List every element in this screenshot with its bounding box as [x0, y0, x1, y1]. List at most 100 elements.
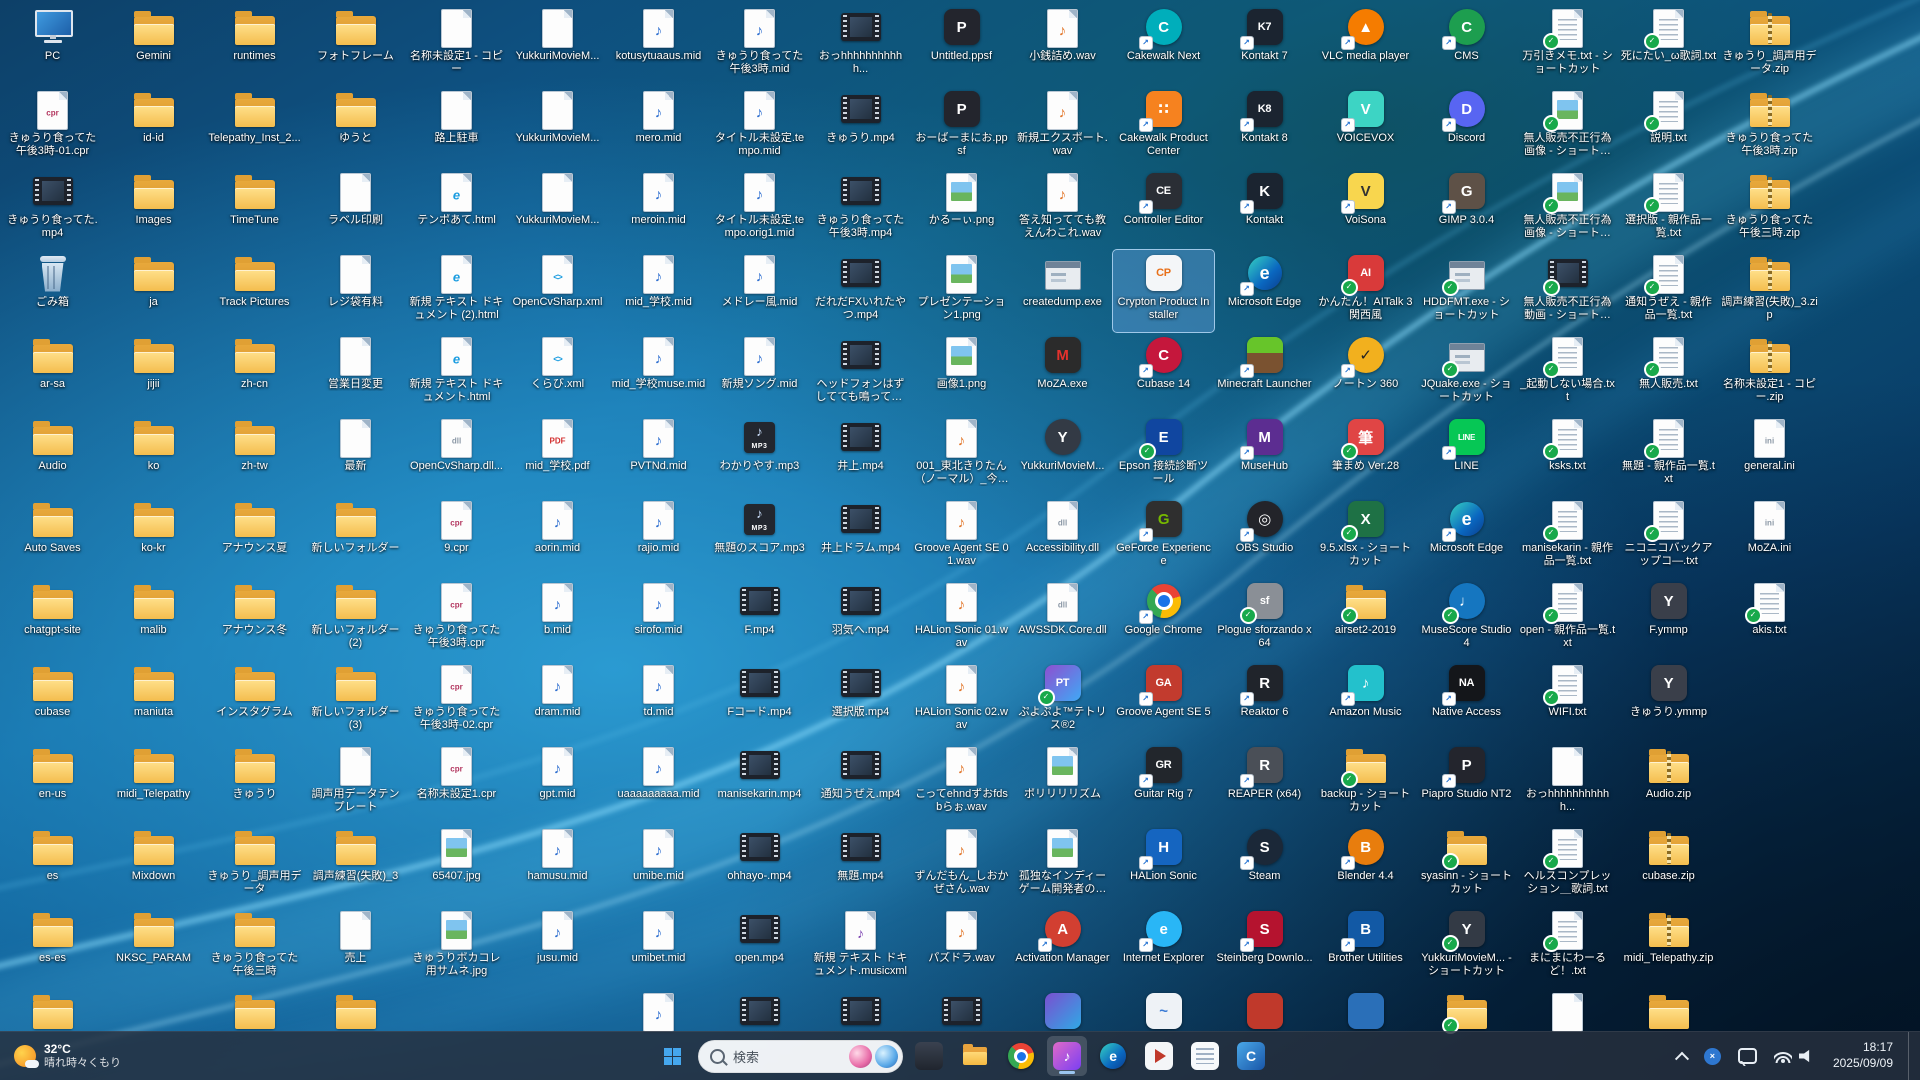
desktop-icon[interactable]: PT✓ぷよぷよ™テトリス®2: [1012, 660, 1113, 742]
desktop-icon[interactable]: きゅうり_調声用データ: [204, 824, 305, 906]
desktop-icon[interactable]: NA↗Native Access: [1416, 660, 1517, 742]
desktop-icon[interactable]: 最新: [305, 414, 406, 496]
desktop-icon[interactable]: ♪dram.mid: [507, 660, 608, 742]
desktop-icon[interactable]: Yきゅうり.ymmp: [1618, 660, 1719, 742]
desktop-icon[interactable]: ♪↗Amazon Music: [1315, 660, 1416, 742]
desktop-icon[interactable]: <>くらび.xml: [507, 332, 608, 414]
desktop-icon[interactable]: ✓無人販売不正行為画像 - ショートカッ...: [1517, 86, 1618, 168]
desktop-icon[interactable]: K8↗Kontakt 8: [1214, 86, 1315, 168]
desktop-icon[interactable]: e↗Microsoft Edge: [1214, 250, 1315, 332]
desktop-icon[interactable]: 調声練習(失敗)_3: [305, 824, 406, 906]
desktop-icon[interactable]: GR↗Guitar Rig 7: [1113, 742, 1214, 824]
tray-expand-button[interactable]: [1673, 1047, 1691, 1065]
desktop-icon[interactable]: アナウンス冬: [204, 578, 305, 660]
desktop-icon[interactable]: <>OpenCvSharp.xml: [507, 250, 608, 332]
desktop-icon[interactable]: Auto Saves: [2, 496, 103, 578]
desktop-icon[interactable]: ✓backup - ショートカット: [1315, 742, 1416, 824]
desktop-icon[interactable]: malib: [103, 578, 204, 660]
desktop-icon[interactable]: PDFmid_学校.pdf: [507, 414, 608, 496]
desktop-icon[interactable]: ✓ヘルスコンプレッション＿歌詞.txt: [1517, 824, 1618, 906]
tray-chat-button[interactable]: [1734, 1044, 1761, 1068]
desktop-icon[interactable]: 通知うぜえ.mp4: [810, 742, 911, 824]
desktop-icon[interactable]: iniMoZA.ini: [1719, 496, 1820, 578]
desktop-icon[interactable]: ✓まにまにわーるど！.txt: [1517, 906, 1618, 988]
desktop-icon[interactable]: ゆうと: [305, 86, 406, 168]
desktop-icon[interactable]: dllAWSSDK.Core.dll: [1012, 578, 1113, 660]
desktop-icon[interactable]: きゅうり食ってた午後3時.mp4: [810, 168, 911, 250]
desktop-icon[interactable]: 筆✓筆まめ Ver.28: [1315, 414, 1416, 496]
desktop-icon[interactable]: C↗Cakewalk Next: [1113, 4, 1214, 86]
desktop-icon[interactable]: ♩✓MuseScore Studio 4: [1416, 578, 1517, 660]
taskbar-app-dark-app[interactable]: [909, 1036, 949, 1076]
desktop-icon[interactable]: A↗Activation Manager: [1012, 906, 1113, 988]
desktop-icon[interactable]: ✓死にたい_ω歌詞.txt: [1618, 4, 1719, 86]
taskbar-app-notepad[interactable]: [1185, 1036, 1225, 1076]
desktop-icon[interactable]: 調声練習(失敗)_3.zip: [1719, 250, 1820, 332]
desktop-icon[interactable]: 井上ドラム.mp4: [810, 496, 911, 578]
desktop-icon[interactable]: ♪001_東北きりたん（ノーマル）_今しゃ...: [911, 414, 1012, 496]
desktop-icon[interactable]: ✓通知うぜえ - 親作品一覧.txt: [1618, 250, 1719, 332]
desktop-icon[interactable]: F.mp4: [709, 578, 810, 660]
desktop-icon[interactable]: ✓選択版 - 親作品一覧.txt: [1618, 168, 1719, 250]
desktop-icon[interactable]: ✓JQuake.exe - ショートカット: [1416, 332, 1517, 414]
start-button[interactable]: [652, 1036, 692, 1076]
desktop-icon[interactable]: YYukkuriMovieM...: [1012, 414, 1113, 496]
desktop-icon[interactable]: Telepathy_Inst_2...: [204, 86, 305, 168]
desktop-icon[interactable]: en-us: [2, 742, 103, 824]
desktop-icon[interactable]: P↗Piapro Studio NT2: [1416, 742, 1517, 824]
desktop-icon[interactable]: ♪MP3わかりやす.mp3: [709, 414, 810, 496]
desktop-icon[interactable]: chatgpt-site: [2, 578, 103, 660]
desktop-icon[interactable]: runtimes: [204, 4, 305, 86]
desktop-icon[interactable]: GA↗Groove Agent SE 5: [1113, 660, 1214, 742]
desktop-icon[interactable]: MMoZA.exe: [1012, 332, 1113, 414]
desktop-icon[interactable]: zh-tw: [204, 414, 305, 496]
desktop-icon[interactable]: cpr9.cpr: [406, 496, 507, 578]
desktop-icon[interactable]: ♪mero.mid: [608, 86, 709, 168]
desktop-icon[interactable]: cubase.zip: [1618, 824, 1719, 906]
desktop-icon[interactable]: 路上駐車: [406, 86, 507, 168]
desktop-icon[interactable]: ♪きゅうり食ってた午後3時.mid: [709, 4, 810, 86]
desktop-icon[interactable]: jijii: [103, 332, 204, 414]
desktop-icon[interactable]: ポリリリリズム: [1012, 742, 1113, 824]
taskbar-app-media-player[interactable]: [1139, 1036, 1179, 1076]
desktop-icon[interactable]: ♪パズドラ.wav: [911, 906, 1012, 988]
desktop-icon[interactable]: ✓open - 親作品一覧.txt: [1517, 578, 1618, 660]
desktop-icon[interactable]: YukkuriMovieM...: [507, 86, 608, 168]
desktop-icon[interactable]: ♪小銭詰め.wav: [1012, 4, 1113, 86]
desktop-icon[interactable]: inigeneral.ini: [1719, 414, 1820, 496]
desktop-icon[interactable]: AI✓かんたん！AITalk 3 関西風: [1315, 250, 1416, 332]
desktop-icon[interactable]: B↗Brother Utilities: [1315, 906, 1416, 988]
desktop-icon[interactable]: ♪答え知ってても教えんわこれ.wav: [1012, 168, 1113, 250]
desktop-icon[interactable]: ♪新規 テキスト ドキュメント.musicxml: [810, 906, 911, 988]
desktop-icon[interactable]: ラベル印刷: [305, 168, 406, 250]
desktop-icon[interactable]: Gemini: [103, 4, 204, 86]
desktop-icon[interactable]: ♪hamusu.mid: [507, 824, 608, 906]
desktop-icon[interactable]: ♪uaaaaaaaaa.mid: [608, 742, 709, 824]
desktop-icon[interactable]: ✓HDDFMT.exe - ショートカット: [1416, 250, 1517, 332]
desktop-icon[interactable]: 営業日変更: [305, 332, 406, 414]
desktop-icon[interactable]: おっhhhhhhhhhhh...: [810, 4, 911, 86]
desktop-icon[interactable]: ♪b.mid: [507, 578, 608, 660]
desktop-icon[interactable]: ✓無題 - 親作品一覧.txt: [1618, 414, 1719, 496]
desktop-icon[interactable]: インスタグラム: [204, 660, 305, 742]
desktop-icon[interactable]: E✓Epson 接続診断ツール: [1113, 414, 1214, 496]
taskbar-app-chrome[interactable]: [1001, 1036, 1041, 1076]
desktop-icon[interactable]: ♪mid_学校.mid: [608, 250, 709, 332]
desktop-icon[interactable]: 調声用データテンプレート: [305, 742, 406, 824]
desktop-icon[interactable]: B↗Blender 4.4: [1315, 824, 1416, 906]
desktop-icon[interactable]: eテンポあて.html: [406, 168, 507, 250]
desktop-icon[interactable]: きゅうり_調声用データ.zip: [1719, 4, 1820, 86]
desktop-icon[interactable]: 無題.mp4: [810, 824, 911, 906]
desktop-icon[interactable]: ♪kotusytuaaus.mid: [608, 4, 709, 86]
desktop-icon[interactable]: G↗GIMP 3.0.4: [1416, 168, 1517, 250]
desktop-icon[interactable]: ♪mid_学校muse.mid: [608, 332, 709, 414]
desktop-icon[interactable]: NKSC_PARAM: [103, 906, 204, 988]
desktop-icon[interactable]: ko-kr: [103, 496, 204, 578]
taskbar-app-code-app[interactable]: C: [1231, 1036, 1271, 1076]
desktop-icon[interactable]: e新規 テキスト ドキュメント.html: [406, 332, 507, 414]
desktop-icon[interactable]: ♪rajio.mid: [608, 496, 709, 578]
desktop-icon[interactable]: es: [2, 824, 103, 906]
desktop-icon[interactable]: R↗Reaktor 6: [1214, 660, 1315, 742]
desktop-icon[interactable]: LINE↗LINE: [1416, 414, 1517, 496]
desktop-icon[interactable]: ♪jusu.mid: [507, 906, 608, 988]
